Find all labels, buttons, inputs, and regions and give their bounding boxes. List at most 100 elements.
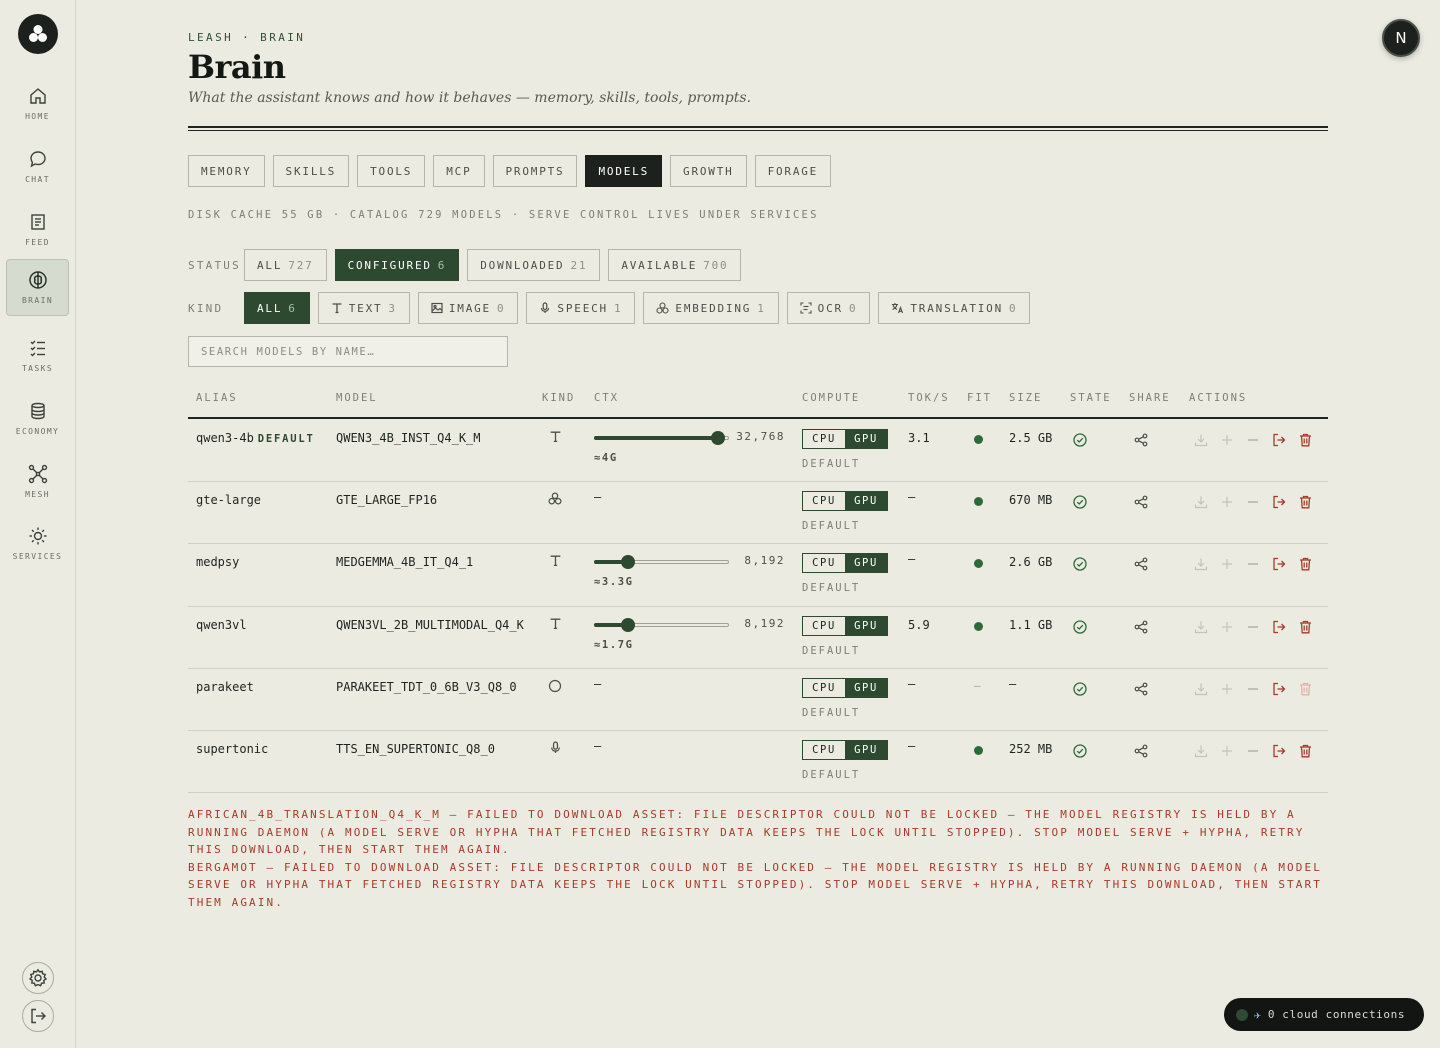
cloud-connections-status[interactable]: ✈ 0 cloud connections	[1224, 998, 1424, 1031]
kind-chip-ocr[interactable]: OCR 0	[786, 292, 871, 324]
kind-chip-all[interactable]: ALL 6	[244, 292, 310, 324]
gpu-option[interactable]: GPU	[845, 430, 887, 448]
kind-chip-speech[interactable]: SPEECH 1	[526, 292, 636, 324]
ctx-slider[interactable]	[594, 431, 729, 445]
table-row[interactable]: qwen3-4b DEFAULT QWEN3_4B_INST_Q4_K_M 32,…	[188, 420, 1328, 482]
user-avatar[interactable]: N	[1382, 19, 1420, 57]
cpu-option[interactable]: CPU	[803, 617, 845, 635]
settings-button[interactable]	[22, 962, 54, 994]
sidebar-item-label: SERVICES	[12, 552, 63, 561]
ctx-slider-handle[interactable]	[621, 555, 635, 569]
download-icon[interactable]	[1193, 681, 1209, 697]
trash-icon[interactable]	[1297, 743, 1313, 759]
tab-prompts[interactable]: PROMPTS	[492, 155, 578, 187]
tab-forage[interactable]: FORAGE	[754, 155, 832, 187]
status-chip-configured[interactable]: CONFIGURED 6	[334, 249, 460, 281]
tab-models[interactable]: MODELS	[585, 155, 663, 187]
unload-icon[interactable]	[1271, 681, 1287, 697]
compute-toggle: CPU GPU	[802, 616, 888, 636]
table-row[interactable]: parakeet PARAKEET_TDT_0_6B_V3_Q8_0 — CPU…	[188, 669, 1328, 731]
gpu-option[interactable]: GPU	[845, 679, 887, 697]
plus-icon[interactable]	[1219, 681, 1235, 697]
minus-icon[interactable]	[1245, 494, 1261, 510]
share-icon[interactable]	[1134, 432, 1148, 451]
gpu-option[interactable]: GPU	[845, 492, 887, 510]
kind-chip-image[interactable]: IMAGE 0	[417, 292, 519, 324]
plus-icon[interactable]	[1219, 494, 1235, 510]
download-icon[interactable]	[1193, 494, 1209, 510]
gpu-option[interactable]: GPU	[845, 617, 887, 635]
kind-chip-embedding[interactable]: EMBEDDING 1	[643, 292, 779, 324]
sidebar-item-home[interactable]: HOME	[6, 76, 69, 132]
sidebar-item-services[interactable]: SERVICES	[6, 516, 69, 572]
share-icon[interactable]	[1134, 681, 1148, 700]
kind-chip-translation[interactable]: TRANSLATION 0	[878, 292, 1031, 324]
trash-icon[interactable]	[1297, 432, 1313, 448]
minus-icon[interactable]	[1245, 743, 1261, 759]
model-search-input[interactable]	[188, 336, 508, 367]
trash-icon[interactable]	[1297, 556, 1313, 572]
plus-icon[interactable]	[1219, 556, 1235, 572]
row-actions	[1193, 681, 1313, 697]
share-icon[interactable]	[1134, 494, 1148, 513]
kind-chip-text[interactable]: TEXT 3	[317, 292, 410, 324]
plus-icon[interactable]	[1219, 619, 1235, 635]
sidebar-item-mesh[interactable]: MESH	[6, 454, 69, 510]
table-row[interactable]: medpsy MEDGEMMA_4B_IT_Q4_1 8,192 ≈3.3G C…	[188, 544, 1328, 607]
tab-mcp[interactable]: MCP	[433, 155, 485, 187]
cpu-option[interactable]: CPU	[803, 492, 845, 510]
sidebar-item-feed[interactable]: FEED	[6, 202, 69, 258]
unload-icon[interactable]	[1271, 556, 1287, 572]
cpu-option[interactable]: CPU	[803, 554, 845, 572]
download-icon[interactable]	[1193, 619, 1209, 635]
sidebar-item-economy[interactable]: ECONOMY	[6, 391, 69, 447]
gpu-option[interactable]: GPU	[845, 554, 887, 572]
sidebar-item-chat[interactable]: CHAT	[6, 139, 69, 195]
cpu-option[interactable]: CPU	[803, 741, 845, 759]
minus-icon[interactable]	[1245, 432, 1261, 448]
tab-tools[interactable]: TOOLS	[357, 155, 426, 187]
table-row[interactable]: gte-large GTE_LARGE_FP16 — CPU GPU DEFAUL…	[188, 482, 1328, 544]
status-chip-available[interactable]: AVAILABLE 700	[608, 249, 742, 281]
cpu-option[interactable]: CPU	[803, 430, 845, 448]
minus-icon[interactable]	[1245, 556, 1261, 572]
ctx-slider-handle[interactable]	[711, 431, 725, 445]
sidebar-item-tasks[interactable]: TASKS	[6, 328, 69, 384]
app-logo[interactable]	[18, 14, 58, 54]
cpu-option[interactable]: CPU	[803, 679, 845, 697]
unload-icon[interactable]	[1271, 494, 1287, 510]
unload-icon[interactable]	[1271, 619, 1287, 635]
download-icon[interactable]	[1193, 556, 1209, 572]
status-chip-downloaded[interactable]: DOWNLOADED 21	[467, 249, 601, 281]
chip-label: DOWNLOADED	[480, 258, 565, 272]
tab-memory[interactable]: MEMORY	[188, 155, 265, 187]
tab-growth[interactable]: GROWTH	[670, 155, 747, 187]
download-icon[interactable]	[1193, 432, 1209, 448]
model-size: 2.5 GB	[1009, 431, 1053, 445]
tab-skills[interactable]: SKILLS	[272, 155, 350, 187]
ctx-slider-handle[interactable]	[621, 618, 635, 632]
status-chip-all[interactable]: ALL 727	[244, 249, 327, 281]
unload-icon[interactable]	[1271, 743, 1287, 759]
table-row[interactable]: qwen3vl QWEN3VL_2B_MULTIMODAL_Q4_K 8,192…	[188, 607, 1328, 669]
unload-icon[interactable]	[1271, 432, 1287, 448]
page-subtitle: What the assistant knows and how it beha…	[188, 90, 752, 106]
share-icon[interactable]	[1134, 556, 1148, 575]
minus-icon[interactable]	[1245, 619, 1261, 635]
logout-button[interactable]	[22, 1000, 54, 1032]
plus-icon[interactable]	[1219, 432, 1235, 448]
ctx-slider[interactable]	[594, 555, 729, 569]
plus-icon[interactable]	[1219, 743, 1235, 759]
trash-icon[interactable]	[1297, 494, 1313, 510]
table-row[interactable]: supertonic TTS_EN_SUPERTONIC_Q8_0 — CPU G…	[188, 731, 1328, 793]
sidebar-item-brain[interactable]: BRAIN	[6, 259, 69, 316]
ctx-slider[interactable]	[594, 618, 729, 632]
share-icon[interactable]	[1134, 743, 1148, 762]
download-icon[interactable]	[1193, 743, 1209, 759]
trash-icon[interactable]	[1297, 619, 1313, 635]
minus-icon[interactable]	[1245, 681, 1261, 697]
trash-icon-disabled[interactable]	[1297, 681, 1313, 697]
gpu-option[interactable]: GPU	[845, 741, 887, 759]
share-icon[interactable]	[1134, 619, 1148, 638]
row-actions	[1193, 494, 1313, 510]
